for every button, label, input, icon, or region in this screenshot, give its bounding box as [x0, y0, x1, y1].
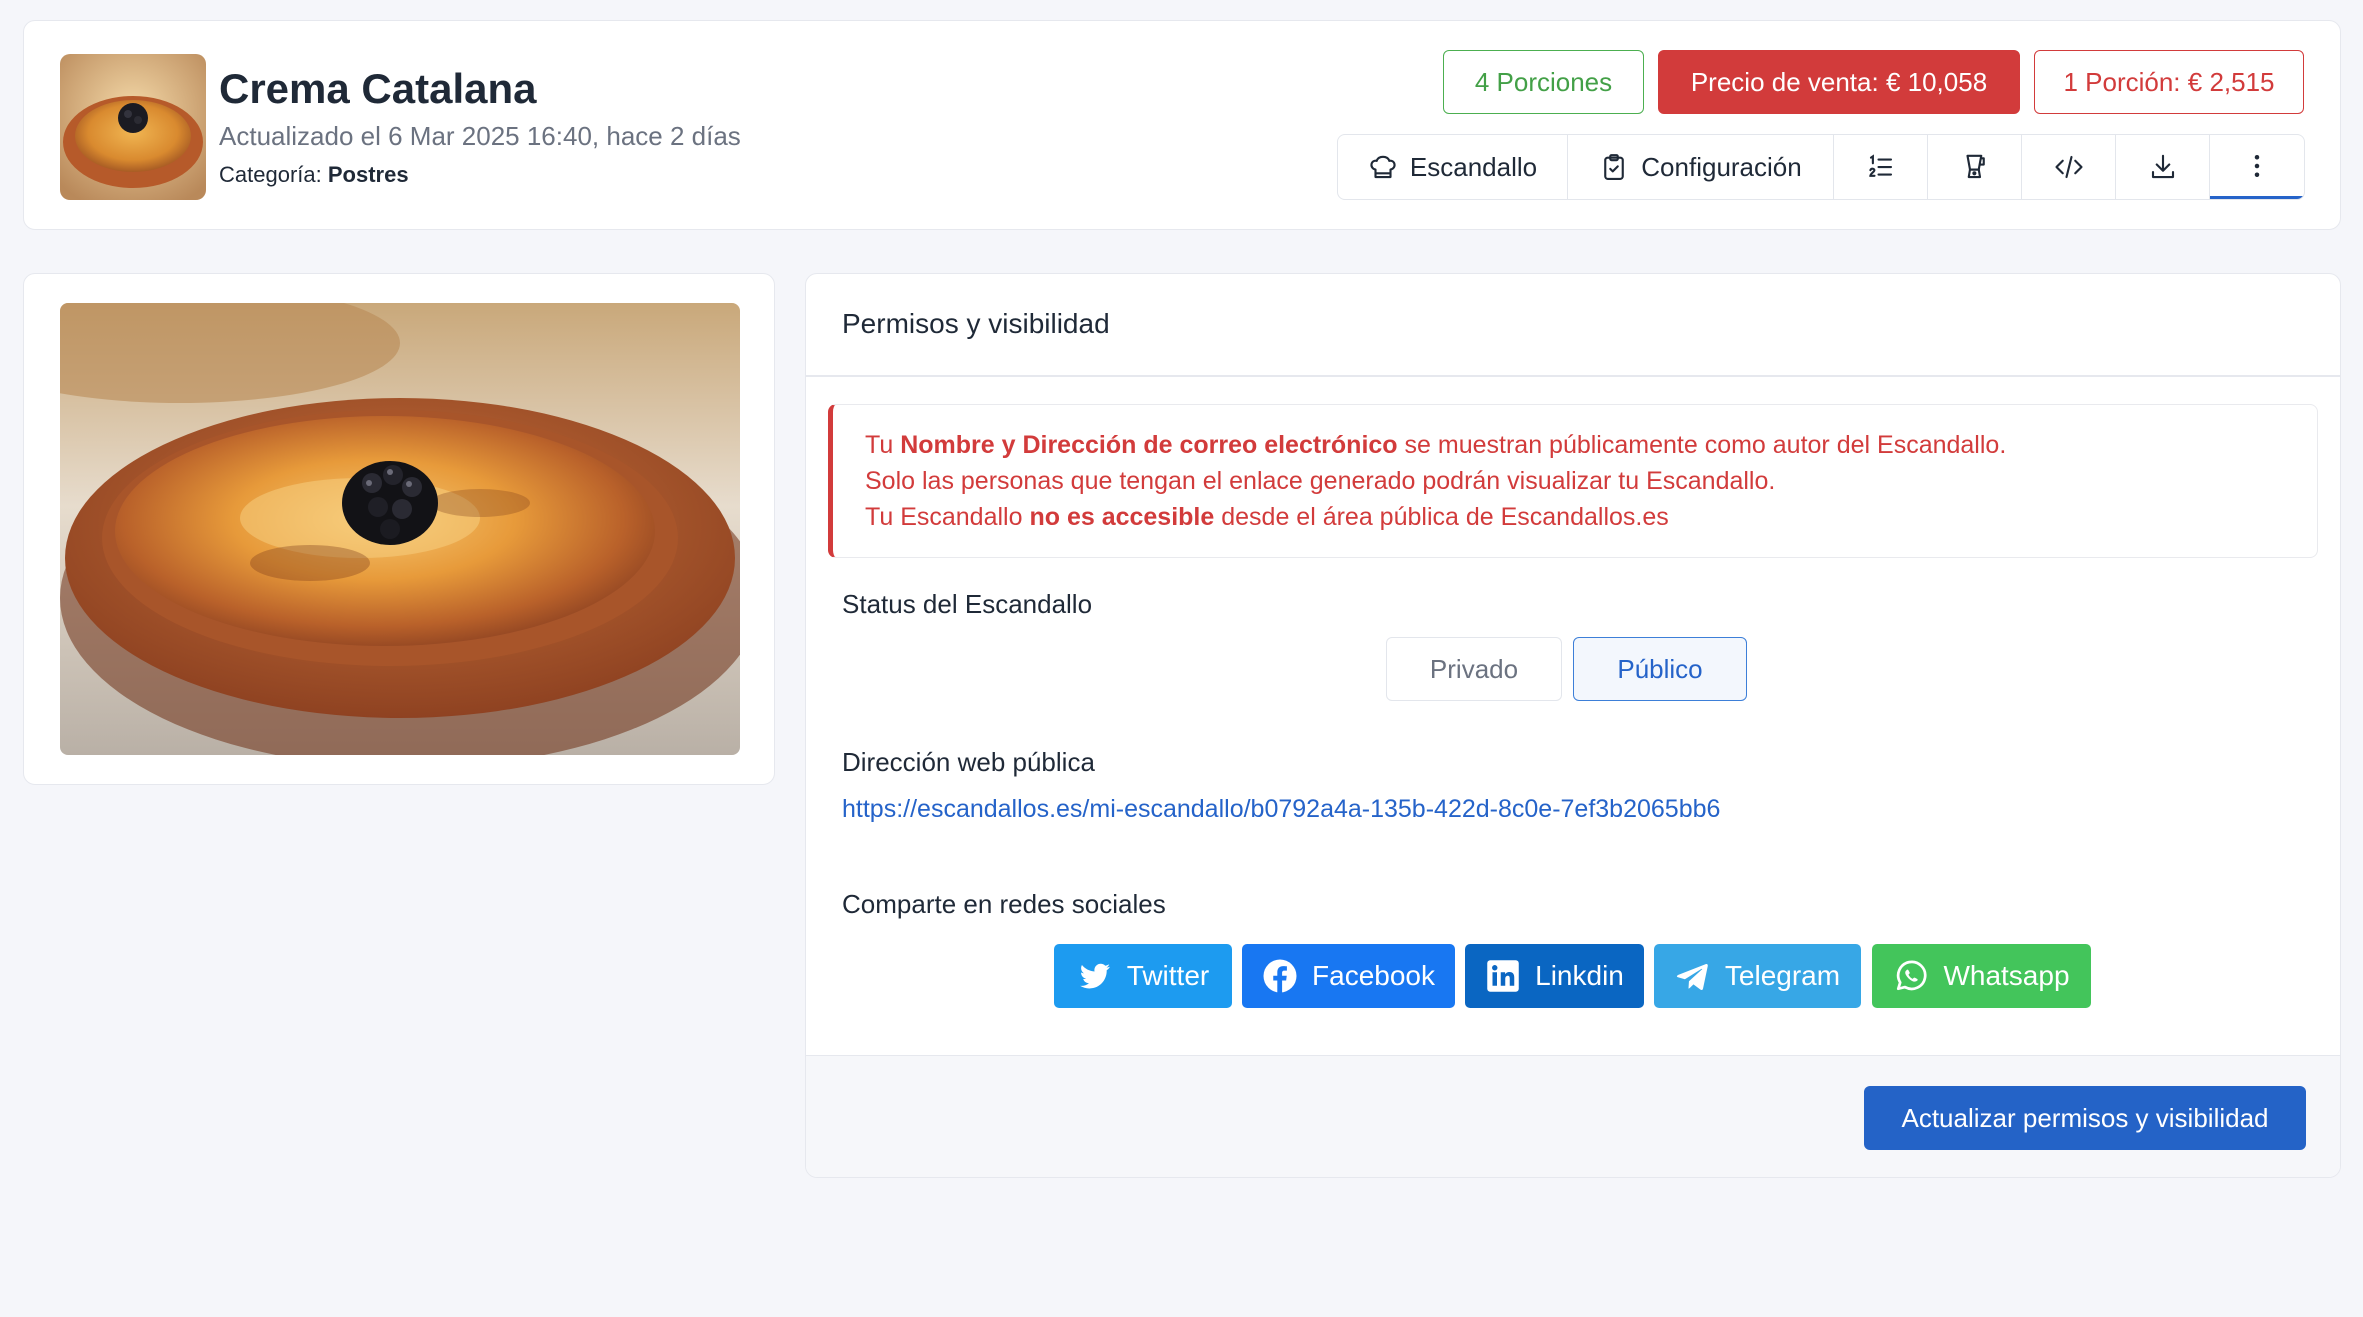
permissions-title: Permisos y visibilidad — [842, 308, 1110, 339]
escandallo-label: Escandallo — [1409, 151, 1538, 182]
configuracion-button[interactable]: Configuración — [1568, 135, 1834, 199]
clipboard-check-icon — [1604, 154, 1625, 180]
permissions-footer: Actualizar permisos y visibilidad — [806, 1055, 2340, 1177]
linkedin-label: Linkdin — [1535, 960, 1624, 991]
chef-hat-icon — [1370, 155, 1396, 179]
blender-icon — [1965, 154, 1985, 179]
portions-badge[interactable]: 4 Porciones — [1443, 50, 1644, 114]
twitter-icon — [1079, 963, 1110, 989]
visibility-alert: Tu Nombre y Dirección de correo electrón… — [828, 404, 2318, 558]
recipe-category: Categoría: Postres — [219, 162, 409, 188]
share-linkedin-button[interactable]: Linkdin — [1465, 944, 1644, 1008]
public-url-link[interactable]: https://escandallos.es/mi-escandallo/b07… — [842, 795, 1720, 824]
alert-line-3: Tu Escandallo no es accesible desde el á… — [865, 503, 1669, 531]
recipe-thumbnail — [60, 54, 206, 200]
facebook-label: Facebook — [1312, 960, 1435, 991]
recipe-header: Crema Catalana Actualizado el 6 Mar 2025… — [23, 20, 2341, 230]
blender-button[interactable] — [1928, 135, 2022, 199]
configuracion-label: Configuración — [1641, 151, 1802, 182]
recipe-photo — [60, 303, 740, 755]
facebook-icon — [1263, 959, 1297, 993]
category-value: Postres — [327, 162, 409, 187]
share-telegram-button[interactable]: Telegram — [1654, 944, 1861, 1008]
category-label: Categoría: — [219, 162, 322, 187]
code-icon — [2054, 155, 2083, 179]
embed-code-button[interactable] — [2022, 135, 2116, 199]
whatsapp-label: Whatsapp — [1943, 960, 2070, 991]
alert-line-1: Tu Nombre y Dirección de correo electrón… — [865, 431, 2007, 459]
portion-price-badge[interactable]: 1 Porción: € 2,515 — [2034, 50, 2304, 114]
download-icon — [2151, 154, 2174, 179]
linkedin-icon — [1487, 960, 1519, 992]
telegram-icon — [1676, 964, 1708, 991]
recipe-title: Crema Catalana — [219, 65, 537, 112]
sale-price-badge[interactable]: Precio de venta: € 10,058 — [1658, 50, 2020, 114]
telegram-label: Telegram — [1724, 960, 1841, 991]
header-divider — [806, 375, 2340, 377]
more-vertical-icon — [2254, 154, 2260, 177]
twitter-label: Twitter — [1126, 960, 1210, 991]
more-options-button[interactable] — [2210, 135, 2304, 199]
whatsapp-icon — [1897, 960, 1927, 991]
permissions-card: Permisos y visibilidad Tu Nombre y Direc… — [805, 273, 2341, 1178]
share-whatsapp-button[interactable]: Whatsapp — [1872, 944, 2091, 1008]
ordered-list-button[interactable] — [1834, 135, 1928, 199]
status-private-option[interactable]: Privado — [1386, 637, 1562, 701]
status-public-option[interactable]: Público — [1573, 637, 1747, 701]
ordered-list-icon — [1868, 154, 1892, 177]
updated-timestamp: Actualizado el 6 Mar 2025 16:40, hace 2 … — [219, 121, 741, 151]
alert-line-2: Solo las personas que tengan el enlace g… — [865, 467, 1776, 495]
escandallo-button[interactable]: Escandallo — [1338, 135, 1568, 199]
share-facebook-button[interactable]: Facebook — [1242, 944, 1455, 1008]
recipe-toolbar: Escandallo Configuración — [1337, 134, 2305, 200]
status-label: Status del Escandallo — [842, 589, 1093, 619]
share-twitter-button[interactable]: Twitter — [1054, 944, 1232, 1008]
share-label: Comparte en redes sociales — [842, 889, 1166, 919]
blackberry — [342, 461, 438, 545]
update-permissions-button[interactable]: Actualizar permisos y visibilidad — [1864, 1086, 2306, 1150]
recipe-image-card — [23, 273, 775, 785]
public-url-label: Dirección web pública — [842, 747, 1095, 777]
download-button[interactable] — [2116, 135, 2210, 199]
